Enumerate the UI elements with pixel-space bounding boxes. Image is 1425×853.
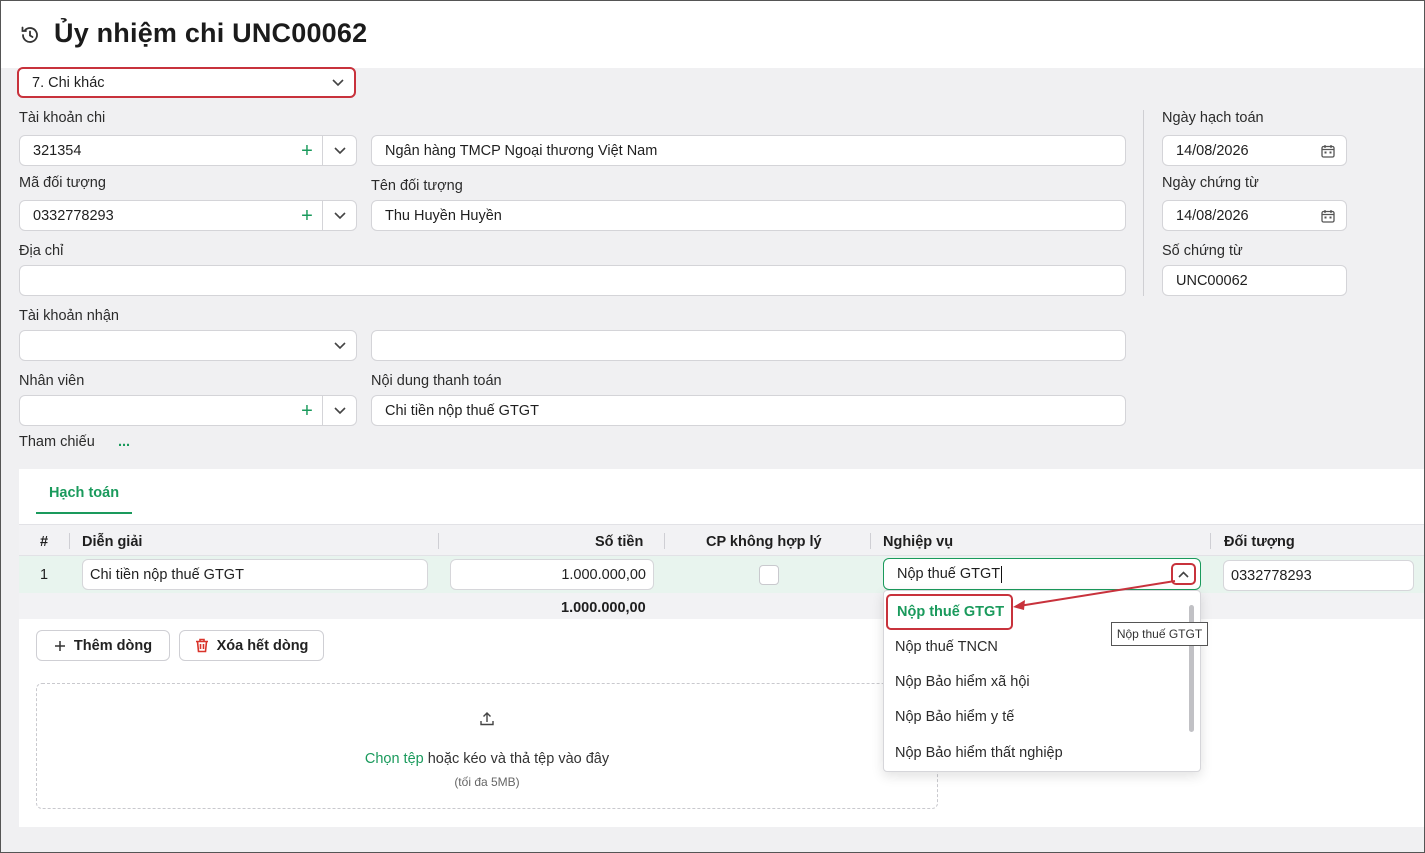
text-caret bbox=[1001, 565, 1003, 583]
col-cp-khong-hop-ly: CP không hợp lý bbox=[706, 534, 822, 550]
choose-file-link[interactable]: Chọn tệp bbox=[365, 751, 424, 767]
tai-khoan-chi-combobox[interactable]: 321354 + bbox=[19, 135, 357, 166]
label-ngay-chung-tu: Ngày chứng từ bbox=[1162, 175, 1259, 191]
nhan-vien-combobox[interactable]: + bbox=[19, 395, 357, 426]
tooltip: Nộp thuế GTGT bbox=[1111, 622, 1208, 646]
page-header: Ủy nhiệm chi UNC00062 bbox=[0, 0, 1425, 68]
label-so-chung-tu: Số chứng từ bbox=[1162, 243, 1243, 259]
dien-giai-value: Chi tiền nộp thuế GTGT bbox=[90, 566, 244, 583]
tab-hach-toan[interactable]: Hạch toán bbox=[36, 483, 132, 514]
dropdown-option[interactable]: Nộp Bảo hiểm thất nghiệp bbox=[895, 745, 1063, 761]
cp-khong-hop-ly-checkbox[interactable] bbox=[759, 565, 779, 585]
history-icon[interactable] bbox=[19, 24, 41, 46]
col-divider bbox=[870, 533, 871, 549]
doi-tuong-input[interactable]: 0332778293 bbox=[1223, 560, 1414, 591]
ma-doi-tuong-combobox[interactable]: 0332778293 + bbox=[19, 200, 357, 231]
label-ten-doi-tuong: Tên đối tượng bbox=[371, 178, 463, 194]
ten-doi-tuong-input[interactable]: Thu Huyền Huyền bbox=[371, 200, 1126, 231]
plus-icon bbox=[54, 640, 65, 651]
add-row-label: Thêm dòng bbox=[73, 637, 153, 654]
tai-khoan-nhan-detail-input[interactable] bbox=[371, 330, 1126, 361]
row-index: 1 bbox=[40, 567, 49, 583]
nghiep-vu-dropdown: Nộp thuế GTGT Nộp thuế TNCN Nộp Bảo hiểm… bbox=[883, 590, 1201, 772]
dien-giai-input[interactable]: Chi tiền nộp thuế GTGT bbox=[82, 559, 428, 590]
chevron-down-icon[interactable] bbox=[323, 211, 356, 220]
col-divider bbox=[438, 533, 439, 549]
ma-doi-tuong-value: 0332778293 bbox=[33, 207, 114, 224]
ngay-hach-toan-datepicker[interactable]: 14/08/2026 bbox=[1162, 135, 1347, 166]
col-doi-tuong: Đối tượng bbox=[1224, 534, 1295, 550]
bank-name-input[interactable]: Ngân hàng TMCP Ngoại thương Việt Nam bbox=[371, 135, 1126, 166]
dropdown-option[interactable]: Nộp Bảo hiểm xã hội bbox=[895, 674, 1030, 690]
nghiep-vu-value: Nộp thuế GTGT bbox=[897, 566, 1001, 582]
ten-doi-tuong-value: Thu Huyền Huyền bbox=[385, 207, 502, 224]
table-header: # Diễn giải Số tiền CP không hợp lý Nghi… bbox=[19, 524, 1425, 556]
noi-dung-value: Chi tiền nộp thuế GTGT bbox=[385, 402, 539, 419]
payment-type-select[interactable]: 7. Chi khác bbox=[17, 67, 356, 98]
doi-tuong-value: 0332778293 bbox=[1231, 567, 1312, 584]
col-index: # bbox=[40, 534, 49, 550]
label-tai-khoan-chi: Tài khoản chi bbox=[19, 110, 106, 126]
table-total-row bbox=[19, 593, 1425, 619]
ngay-chung-tu-datepicker[interactable]: 14/08/2026 bbox=[1162, 200, 1347, 231]
upload-instruction: hoặc kéo và thả tệp vào đây bbox=[423, 751, 610, 767]
col-nghiep-vu: Nghiệp vụ bbox=[883, 534, 954, 550]
calendar-icon[interactable] bbox=[1310, 144, 1346, 158]
total-amount: 1.000.000,00 bbox=[561, 600, 646, 616]
so-chung-tu-value: UNC00062 bbox=[1176, 272, 1248, 289]
label-ma-doi-tuong: Mã đối tượng bbox=[19, 175, 106, 191]
ngay-chung-tu-value: 14/08/2026 bbox=[1176, 207, 1249, 224]
plus-icon[interactable]: + bbox=[292, 401, 322, 421]
label-ngay-hach-toan: Ngày hạch toán bbox=[1162, 110, 1264, 126]
label-noi-dung: Nội dung thanh toán bbox=[371, 373, 502, 389]
label-tham-chieu: Tham chiếu bbox=[19, 434, 95, 450]
dia-chi-input[interactable] bbox=[19, 265, 1126, 296]
payment-type-value: 7. Chi khác bbox=[32, 74, 105, 91]
add-row-button[interactable]: Thêm dòng bbox=[36, 630, 170, 661]
chevron-down-icon[interactable] bbox=[323, 341, 356, 350]
chevron-down-icon bbox=[321, 78, 354, 87]
annotation-arrow-icon bbox=[1013, 580, 1176, 610]
trash-icon bbox=[195, 638, 208, 653]
page-title: Ủy nhiệm chi UNC00062 bbox=[54, 18, 368, 48]
upload-hint: (tối đa 5MB) bbox=[454, 775, 520, 789]
label-nhan-vien: Nhân viên bbox=[19, 373, 85, 389]
plus-icon[interactable]: + bbox=[292, 206, 322, 226]
bank-name-value: Ngân hàng TMCP Ngoại thương Việt Nam bbox=[385, 142, 658, 159]
so-tien-value: 1.000.000,00 bbox=[561, 566, 646, 583]
delete-all-rows-button[interactable]: Xóa hết dòng bbox=[179, 630, 324, 661]
col-dien-giai: Diễn giải bbox=[82, 534, 143, 550]
so-chung-tu-input[interactable]: UNC00062 bbox=[1162, 265, 1347, 296]
col-divider bbox=[664, 533, 665, 549]
tai-khoan-chi-value: 321354 bbox=[33, 142, 82, 159]
delete-all-label: Xóa hết dòng bbox=[216, 637, 309, 654]
file-dropzone[interactable] bbox=[36, 683, 938, 809]
upload-text: Chọn tệp hoặc kéo và thả tệp vào đây bbox=[36, 751, 938, 767]
chevron-down-icon[interactable] bbox=[323, 146, 356, 155]
dropdown-option-selected[interactable]: Nộp thuế GTGT bbox=[886, 594, 1013, 630]
label-dia-chi: Địa chỉ bbox=[19, 243, 64, 259]
tai-khoan-nhan-select[interactable] bbox=[19, 330, 357, 361]
col-so-tien: Số tiền bbox=[595, 534, 644, 550]
col-divider bbox=[69, 533, 70, 549]
upload-icon bbox=[479, 711, 495, 730]
col-divider bbox=[1210, 533, 1211, 549]
ngay-hach-toan-value: 14/08/2026 bbox=[1176, 142, 1249, 159]
so-tien-input[interactable]: 1.000.000,00 bbox=[450, 559, 654, 590]
noi-dung-input[interactable]: Chi tiền nộp thuế GTGT bbox=[371, 395, 1126, 426]
tham-chieu-more-link[interactable]: ... bbox=[118, 434, 130, 450]
column-divider bbox=[1143, 110, 1144, 296]
dropdown-option[interactable]: Nộp Bảo hiểm y tế bbox=[895, 709, 1014, 725]
label-tai-khoan-nhan: Tài khoản nhận bbox=[19, 308, 119, 324]
calendar-icon[interactable] bbox=[1310, 209, 1346, 223]
dropdown-option[interactable]: Nộp thuế TNCN bbox=[895, 639, 998, 655]
chevron-down-icon[interactable] bbox=[323, 406, 356, 415]
plus-icon[interactable]: + bbox=[292, 141, 322, 161]
